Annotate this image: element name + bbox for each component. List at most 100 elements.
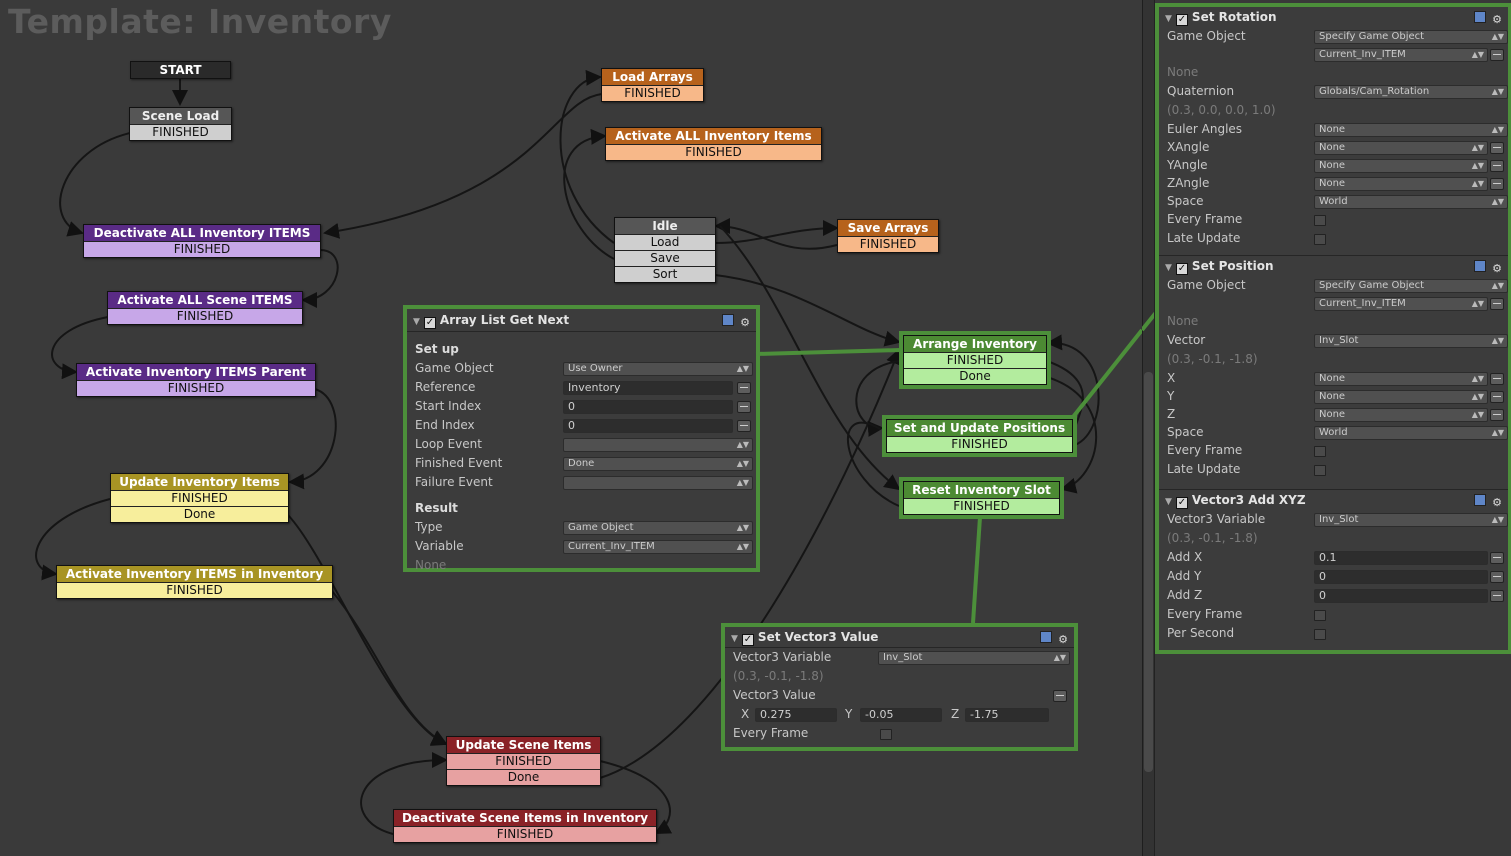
- game-object-dropdown[interactable]: Specify Game Object ▲▼: [1314, 30, 1508, 44]
- section-title: Set Position: [1191, 259, 1274, 273]
- late-update-label: Late Update: [1167, 462, 1241, 476]
- add-y-input[interactable]: 0: [1314, 570, 1488, 584]
- section-title: Vector3 Add XYZ: [1191, 493, 1306, 507]
- vector-label: Vector: [1167, 333, 1206, 347]
- add-x-input[interactable]: 0.1: [1314, 551, 1488, 565]
- dropdown-arrow-icon: ▲▼: [1491, 87, 1504, 96]
- dropdown-arrow-icon: ▲▼: [1471, 50, 1484, 59]
- z-label: Z: [1167, 407, 1176, 421]
- enabled-checkbox[interactable]: ✓: [1175, 14, 1188, 26]
- game-object-variable-dropdown[interactable]: Current_Inv_ITEM ▲▼: [1314, 48, 1488, 62]
- section-header[interactable]: ▼ ✓ Set Rotation ⚙: [1159, 7, 1508, 27]
- z-dropdown[interactable]: None ▲▼: [1314, 408, 1488, 422]
- collapse-triangle-icon[interactable]: ▼: [1165, 9, 1172, 29]
- quaternion-label: Quaternion: [1167, 84, 1235, 98]
- dropdown-arrow-icon: ▲▼: [1471, 179, 1484, 188]
- every-frame-checkbox[interactable]: [1314, 446, 1326, 457]
- dropdown-arrow-icon: ▲▼: [1491, 428, 1504, 437]
- variable-toggle-button[interactable]: [1490, 160, 1504, 172]
- action-inspector: ▼ ✓ Set Rotation ⚙ Game Object Specify Gam…: [1154, 0, 1511, 856]
- enabled-checkbox[interactable]: ✓: [1175, 263, 1188, 275]
- variable-toggle-button[interactable]: [1490, 571, 1504, 583]
- variable-toggle-button[interactable]: [1490, 590, 1504, 602]
- help-icon[interactable]: [1474, 11, 1487, 23]
- xangle-label: XAngle: [1167, 140, 1210, 154]
- dropdown-arrow-icon: ▲▼: [1471, 410, 1484, 419]
- help-icon[interactable]: [1474, 494, 1487, 506]
- vector3-variable-label: Vector3 Variable: [1167, 512, 1266, 526]
- variable-toggle-button[interactable]: [1490, 142, 1504, 154]
- add-z-input[interactable]: 0: [1314, 589, 1488, 603]
- dropdown-arrow-icon: ▲▼: [1491, 32, 1504, 41]
- dropdown-arrow-icon: ▲▼: [1471, 374, 1484, 383]
- section-header[interactable]: ▼ ✓ Set Position ⚙: [1159, 256, 1508, 276]
- dropdown-arrow-icon: ▲▼: [1471, 299, 1484, 308]
- late-update-checkbox[interactable]: [1314, 465, 1326, 476]
- inspector-selection-frame: ▼ ✓ Set Rotation ⚙ Game Object Specify Gam…: [1155, 3, 1511, 654]
- vector-hint: (0.3, -0.1, -1.8): [1167, 352, 1258, 366]
- add-y-label: Add Y: [1167, 569, 1202, 583]
- space-label: Space: [1167, 425, 1204, 439]
- late-update-checkbox[interactable]: [1314, 234, 1326, 245]
- every-frame-label: Every Frame: [1167, 443, 1243, 457]
- variable-toggle-button[interactable]: [1490, 409, 1504, 421]
- space-label: Space: [1167, 194, 1204, 208]
- vector3-add-xyz-section: ▼ ✓ Vector3 Add XYZ ⚙ Vector3 Variable Inv…: [1159, 490, 1508, 640]
- section-header[interactable]: ▼ ✓ Vector3 Add XYZ ⚙: [1159, 490, 1508, 510]
- every-frame-label: Every Frame: [1167, 212, 1243, 226]
- xangle-dropdown[interactable]: None ▲▼: [1314, 141, 1488, 155]
- add-z-label: Add Z: [1167, 588, 1203, 602]
- zangle-label: ZAngle: [1167, 176, 1210, 190]
- y-label: Y: [1167, 389, 1175, 403]
- dropdown-arrow-icon: ▲▼: [1491, 515, 1504, 524]
- dropdown-arrow-icon: ▲▼: [1471, 161, 1484, 170]
- space-dropdown[interactable]: World ▲▼: [1314, 426, 1508, 440]
- variable-toggle-button[interactable]: [1490, 298, 1504, 310]
- dropdown-arrow-icon: ▲▼: [1471, 392, 1484, 401]
- dropdown-arrow-icon: ▲▼: [1491, 197, 1504, 206]
- add-x-label: Add X: [1167, 550, 1203, 564]
- game-object-variable-dropdown[interactable]: Current_Inv_ITEM ▲▼: [1314, 297, 1488, 311]
- every-frame-checkbox[interactable]: [1314, 215, 1326, 226]
- fsm-graph-canvas[interactable]: Template: Inventory START Scene Load FIN…: [0, 0, 1142, 856]
- enabled-checkbox[interactable]: ✓: [1175, 497, 1188, 509]
- game-object-label: Game Object: [1167, 29, 1246, 43]
- variable-toggle-button[interactable]: [1490, 552, 1504, 564]
- game-object-label: Game Object: [1167, 278, 1246, 292]
- collapse-triangle-icon[interactable]: ▼: [1165, 492, 1172, 512]
- quaternion-hint: (0.3, 0.0, 0.0, 1.0): [1167, 103, 1276, 117]
- help-icon[interactable]: [1474, 260, 1487, 272]
- scrollbar-thumb[interactable]: [1144, 372, 1153, 772]
- yangle-label: YAngle: [1167, 158, 1208, 172]
- yangle-dropdown[interactable]: None ▲▼: [1314, 159, 1488, 173]
- late-update-label: Late Update: [1167, 231, 1241, 245]
- none-hint: None: [1167, 314, 1199, 328]
- dropdown-arrow-icon: ▲▼: [1491, 336, 1504, 345]
- x-dropdown[interactable]: None ▲▼: [1314, 372, 1488, 386]
- every-frame-checkbox[interactable]: [1314, 610, 1326, 621]
- variable-toggle-button[interactable]: [1490, 49, 1504, 61]
- variable-toggle-button[interactable]: [1490, 391, 1504, 403]
- collapse-triangle-icon[interactable]: ▼: [1165, 258, 1172, 278]
- quaternion-dropdown[interactable]: Globals/Cam_Rotation ▲▼: [1314, 85, 1508, 99]
- every-frame-label: Every Frame: [1167, 607, 1243, 621]
- space-dropdown[interactable]: World ▲▼: [1314, 195, 1508, 209]
- none-hint: None: [1167, 65, 1199, 79]
- vector-dropdown[interactable]: Inv_Slot ▲▼: [1314, 334, 1508, 348]
- per-second-checkbox[interactable]: [1314, 629, 1326, 640]
- y-dropdown[interactable]: None ▲▼: [1314, 390, 1488, 404]
- per-second-label: Per Second: [1167, 626, 1235, 640]
- dropdown-arrow-icon: ▲▼: [1471, 143, 1484, 152]
- zangle-dropdown[interactable]: None ▲▼: [1314, 177, 1488, 191]
- x-label: X: [1167, 371, 1176, 385]
- set-rotation-section: ▼ ✓ Set Rotation ⚙ Game Object Specify Gam…: [1159, 7, 1508, 256]
- set-position-section: ▼ ✓ Set Position ⚙ Game Object Specify Gam…: [1159, 256, 1508, 490]
- euler-angles-dropdown[interactable]: None ▲▼: [1314, 123, 1508, 137]
- variable-toggle-button[interactable]: [1490, 373, 1504, 385]
- section-title: Set Rotation: [1191, 10, 1277, 24]
- game-object-dropdown[interactable]: Specify Game Object ▲▼: [1314, 279, 1508, 293]
- vector3-variable-dropdown[interactable]: Inv_Slot ▲▼: [1314, 513, 1508, 527]
- vector3-hint: (0.3, -0.1, -1.8): [1167, 531, 1258, 545]
- euler-angles-label: Euler Angles: [1167, 122, 1243, 136]
- variable-toggle-button[interactable]: [1490, 178, 1504, 190]
